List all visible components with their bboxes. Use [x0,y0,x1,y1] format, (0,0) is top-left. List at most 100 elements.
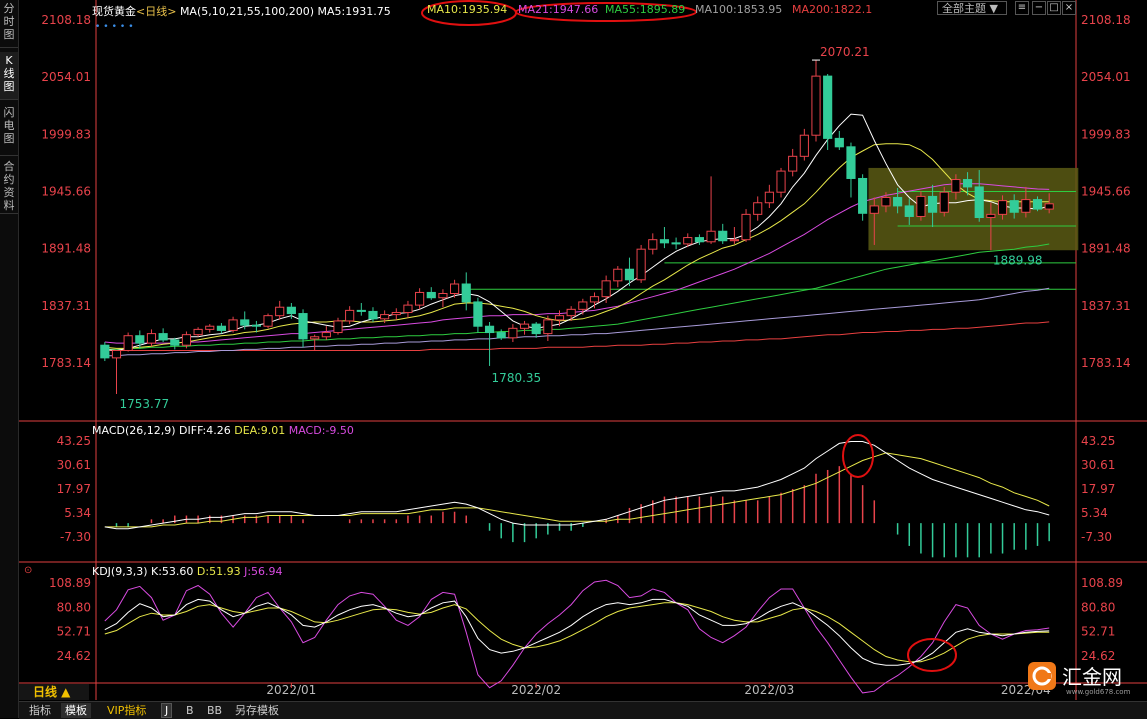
candle-body [683,237,693,245]
candle-body [438,293,448,299]
tab-timeshare[interactable]: 分时图 [0,0,18,48]
candle-body [111,349,122,359]
kdj-tick-left: 24.62 [57,649,91,663]
settings-icon[interactable]: ⊙ [24,565,32,576]
candle-body [415,291,425,306]
candle-body [694,237,704,243]
period-label[interactable]: <日线> [136,5,176,18]
ma21-value: MA21:1947.66 [518,3,599,16]
menu-icon[interactable]: ≡ [1015,1,1029,15]
kdj-header: KDJ(9,3,3) K:53.60 D:51.93 J:56.94 [92,565,283,578]
candle-body [228,319,238,331]
candle-body [356,309,366,312]
candle-body [298,313,308,340]
candle-body [671,242,681,245]
price-tick-left: 1999.83 [41,127,91,141]
candle-body [403,304,413,313]
macd-diff-line [104,441,1050,530]
candle-body [718,230,728,242]
candle-body [811,75,821,136]
tab-templates[interactable]: 模板 [61,703,91,718]
candle-body [928,195,938,213]
low-label: 1780.35 [492,371,542,385]
close-icon[interactable]: × [1062,1,1076,15]
instrument-name: 现货黄金 [92,5,136,18]
tab-vip-indicators[interactable]: VIP指标 [103,703,150,718]
theme-dropdown[interactable]: 全部主题 ▼ [937,1,1007,15]
candle-body [648,239,658,250]
candle-body [146,333,157,344]
candle-body [1021,199,1031,213]
candle-body [484,325,495,334]
candle-body [939,191,949,213]
tab-bb[interactable]: BB [203,703,226,718]
tab-flash-chart[interactable]: 闪电图 [0,104,18,156]
candle-body [391,311,401,316]
candle-body [729,239,739,242]
candle-body [624,268,635,281]
tab-contract-info[interactable]: 合约资料 [0,158,18,214]
period-switch[interactable]: 日线 ▲ [19,684,89,700]
tab-indicators[interactable]: 指标 [25,703,55,718]
price-tick-left: 1891.48 [41,242,91,256]
macd-tick-left: 30.61 [57,458,91,472]
dots-icon: ••••• [95,22,137,32]
kdj-tick-right: 52.71 [1081,625,1115,639]
price-tick-left: 1837.31 [41,299,91,313]
candle-body [333,320,343,334]
candle-body [508,327,518,339]
kdj-d: D:51.93 [196,565,241,578]
macd-tick-right: 5.34 [1081,506,1108,520]
candle-body [997,200,1008,215]
ma55-line [104,243,1050,350]
candle-body [601,280,611,298]
candle-body [893,196,903,207]
ma200-value: MA200:1822.1 [792,3,873,16]
macd-diff: DIFF:4.26 [179,424,231,437]
tab-j[interactable]: J [161,703,173,718]
candle-body [461,283,471,303]
candle-body [613,268,623,282]
candle-body [380,314,390,320]
macd-tick-right: 43.25 [1081,434,1115,448]
candle-body [846,146,856,179]
tab-b[interactable]: B [182,703,198,718]
macd-tick-right: 30.61 [1081,458,1115,472]
candle-body [205,325,215,330]
candle-body [566,308,576,317]
ma5-value: MA5:1931.75 [317,5,391,18]
macd-tick-right: 17.97 [1081,482,1115,496]
main-header: 现货黄金<日线> MA(5,10,21,55,100,200) MA5:1931… [92,3,391,19]
price-tick-right: 2108.18 [1081,13,1131,27]
candle-body [741,213,751,241]
candle-body [543,319,553,335]
candle-body [753,202,763,215]
kdj-tick-left: 52.71 [57,625,91,639]
price-tick-left: 2054.01 [41,70,91,84]
macd-title: MACD(26,12,9) [92,424,176,437]
kdj-tick-left: 80.80 [57,600,91,614]
candle-body [904,205,914,217]
candle-body [1009,200,1019,213]
minimize-icon[interactable]: − [1032,1,1046,15]
macd-tick-left: -7.30 [60,530,91,544]
low-label: 1753.77 [119,397,169,411]
candle-body [636,248,646,281]
price-tick-left: 1945.66 [41,185,91,199]
candle-body [240,319,250,326]
macd-dea-line [104,452,1050,528]
candle-body [706,230,716,243]
tab-save-template[interactable]: 另存模板 [231,703,283,718]
candle-body [216,325,226,331]
price-tick-left: 1783.14 [41,356,91,370]
candle-body [286,306,296,315]
candle-body [776,170,786,193]
candle-body [135,335,145,344]
candle-body [473,301,483,327]
price-tick-right: 1999.83 [1081,127,1131,141]
maximize-icon[interactable]: □ [1047,1,1061,15]
candle-body [426,291,436,299]
price-tick-right: 1891.48 [1081,242,1131,256]
chart-canvas[interactable]: 2108.18 2108.18 2054.01 2054.01 1999.83 1999.… [19,0,1147,700]
tab-kline[interactable]: K线图 [0,52,18,100]
